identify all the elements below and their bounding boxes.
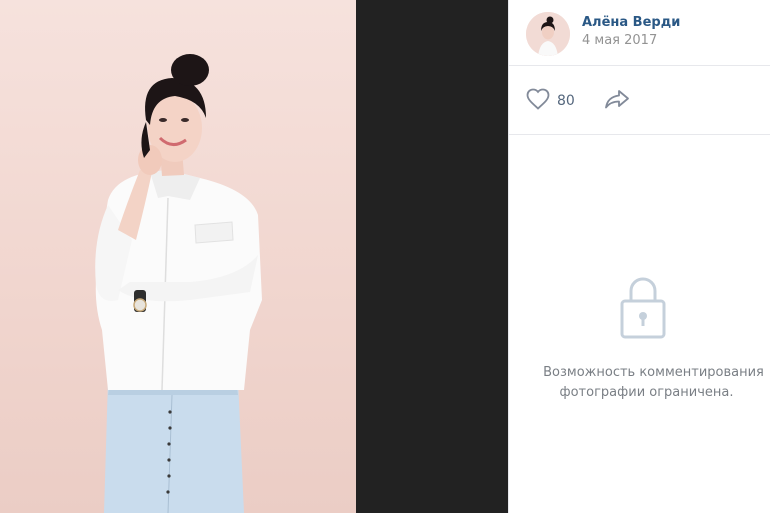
- lock-icon: [618, 275, 668, 345]
- like-button[interactable]: 80: [525, 87, 575, 115]
- restricted-line-2: фотографии ограничена.: [559, 385, 734, 400]
- post-date[interactable]: 4 мая 2017: [582, 32, 680, 50]
- info-panel: Алёна Верди 4 мая 2017 80 Возможность ко…: [508, 0, 770, 513]
- comments-restricted-text: Возможность комментирования фотографии о…: [509, 363, 770, 403]
- avatar[interactable]: [526, 12, 570, 56]
- photo-area[interactable]: [0, 0, 508, 513]
- heart-outline-icon: [525, 87, 551, 115]
- photo[interactable]: [0, 0, 356, 513]
- photo-illustration: [95, 54, 262, 513]
- author-name-link[interactable]: Алёна Верди: [582, 14, 680, 31]
- photo-viewer: Алёна Верди 4 мая 2017 80 Возможность ко…: [0, 0, 770, 513]
- restricted-line-1: Возможность комментирования: [543, 365, 764, 380]
- avatar-image: [526, 12, 570, 56]
- actions-bar: 80: [509, 66, 770, 135]
- share-arrow-icon: [603, 88, 631, 114]
- comments-restricted: Возможность комментирования фотографии о…: [509, 275, 770, 403]
- like-count: 80: [557, 93, 575, 109]
- author-header: Алёна Верди 4 мая 2017: [509, 0, 770, 66]
- share-button[interactable]: [603, 88, 631, 114]
